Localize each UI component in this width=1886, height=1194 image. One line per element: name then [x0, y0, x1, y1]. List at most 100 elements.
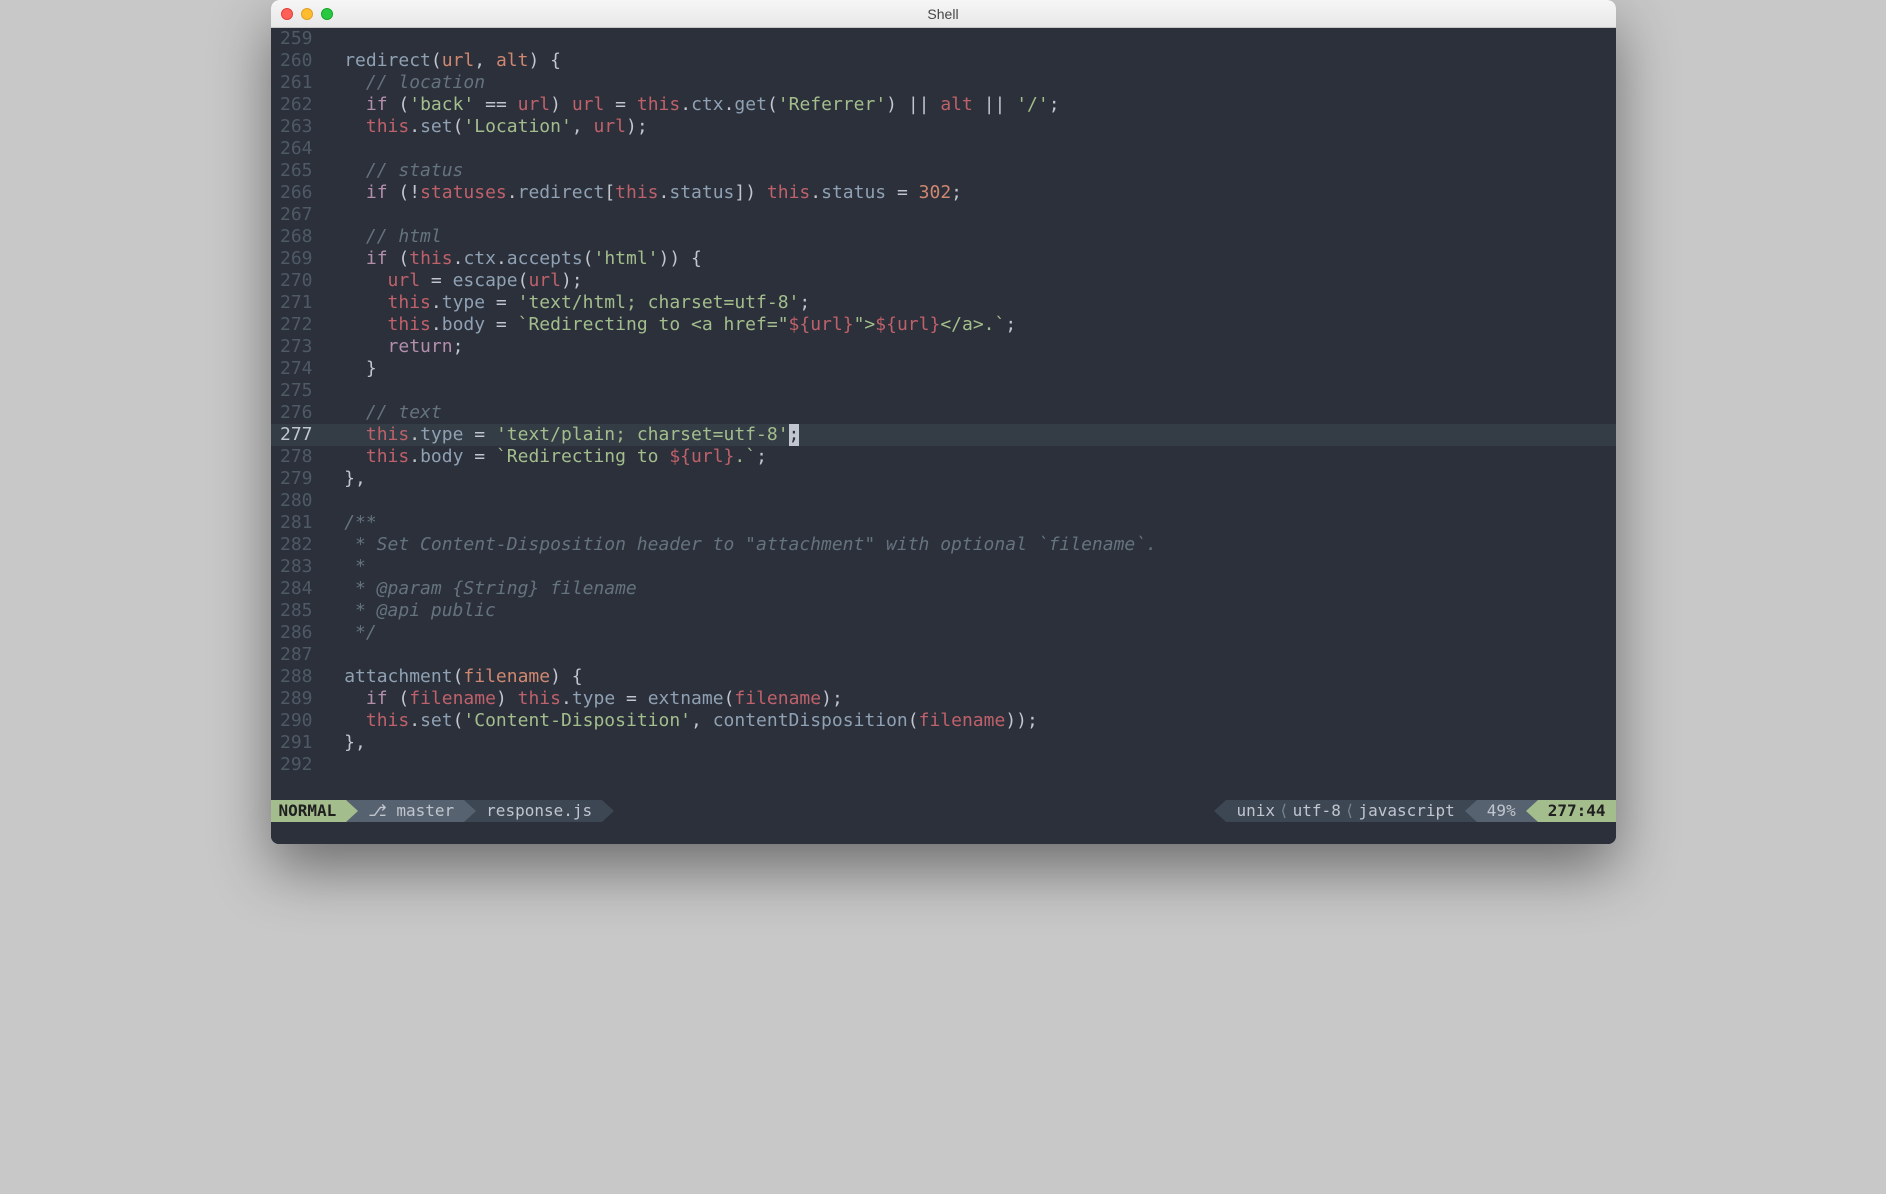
code-line[interactable]: 269 if (this.ctx.accepts('html')) { [271, 248, 1616, 270]
token: status [821, 182, 886, 203]
line-content[interactable]: this.type = 'text/html; charset=utf-8'; [323, 292, 1616, 314]
line-content[interactable]: this.body = `Redirecting to <a href="${u… [323, 314, 1616, 336]
line-content[interactable]: url = escape(url); [323, 270, 1616, 292]
line-content[interactable] [323, 380, 1616, 402]
line-content[interactable]: this.body = `Redirecting to ${url}.`; [323, 446, 1616, 468]
line-content[interactable]: } [323, 358, 1616, 380]
code-line[interactable]: 272 this.body = `Redirecting to <a href=… [271, 314, 1616, 336]
token: filename [919, 710, 1006, 731]
code-line[interactable]: 262 if ('back' == url) url = this.ctx.ge… [271, 94, 1616, 116]
line-content[interactable]: /** [323, 512, 1616, 534]
token [323, 72, 366, 93]
code-line[interactable]: 264 [271, 138, 1616, 160]
code-line[interactable]: 283 * [271, 556, 1616, 578]
code-line[interactable]: 274 } [271, 358, 1616, 380]
token: ctx [463, 248, 496, 269]
code-line[interactable]: 281 /** [271, 512, 1616, 534]
code-line[interactable]: 276 // text [271, 402, 1616, 424]
line-content[interactable]: redirect(url, alt) { [323, 50, 1616, 72]
code-line[interactable]: 290 this.set('Content-Disposition', cont… [271, 710, 1616, 732]
code-line[interactable]: 271 this.type = 'text/html; charset=utf-… [271, 292, 1616, 314]
minimize-icon[interactable] [301, 8, 313, 20]
code-line[interactable]: 268 // html [271, 226, 1616, 248]
code-line[interactable]: 291 }, [271, 732, 1616, 754]
line-content[interactable]: * @param {String} filename [323, 578, 1616, 600]
command-line-area[interactable] [271, 822, 1616, 844]
code-line[interactable]: 287 [271, 644, 1616, 666]
code-line[interactable]: 285 * @api public [271, 600, 1616, 622]
line-content[interactable]: attachment(filename) { [323, 666, 1616, 688]
code-line[interactable]: 278 this.body = `Redirecting to ${url}.`… [271, 446, 1616, 468]
token: 'text/plain; charset=utf-8' [496, 424, 789, 445]
zoom-icon[interactable] [321, 8, 333, 20]
code-line[interactable]: 263 this.set('Location', url); [271, 116, 1616, 138]
token: `Redirecting to [496, 446, 669, 467]
line-number: 267 [271, 204, 323, 226]
line-content[interactable]: this.set('Content-Disposition', contentD… [323, 710, 1616, 732]
editor-viewport[interactable]: 259260 redirect(url, alt) {261 // locati… [271, 28, 1616, 800]
token [323, 666, 345, 687]
close-icon[interactable] [281, 8, 293, 20]
line-content[interactable] [323, 754, 1616, 776]
line-content[interactable]: * @api public [323, 600, 1616, 622]
code-line[interactable]: 282 * Set Content-Disposition header to … [271, 534, 1616, 556]
token: ) || [886, 94, 940, 115]
token: url [691, 446, 724, 467]
line-content[interactable]: }, [323, 732, 1616, 754]
cursor: ; [789, 424, 800, 446]
line-content[interactable]: if (this.ctx.accepts('html')) { [323, 248, 1616, 270]
code-line[interactable]: 284 * @param {String} filename [271, 578, 1616, 600]
line-content[interactable]: // location [323, 72, 1616, 94]
token: . [810, 182, 821, 203]
line-content[interactable]: if (!statuses.redirect[this.status]) thi… [323, 182, 1616, 204]
token [323, 182, 366, 203]
token: ) [496, 688, 518, 709]
code-line[interactable]: 275 [271, 380, 1616, 402]
line-content[interactable]: * Set Content-Disposition header to "att… [323, 534, 1616, 556]
line-content[interactable]: // text [323, 402, 1616, 424]
code-line[interactable]: 267 [271, 204, 1616, 226]
line-content[interactable]: }, [323, 468, 1616, 490]
token: 'text/html; charset=utf-8' [518, 292, 800, 313]
code-line[interactable]: 289 if (filename) this.type = extname(fi… [271, 688, 1616, 710]
code-line[interactable]: 261 // location [271, 72, 1616, 94]
line-content[interactable] [323, 138, 1616, 160]
token: 'html' [594, 248, 659, 269]
code-line[interactable]: 288 attachment(filename) { [271, 666, 1616, 688]
line-content[interactable]: * [323, 556, 1616, 578]
soft-separator-icon: ⟨ [1341, 800, 1359, 822]
line-content[interactable]: this.set('Location', url); [323, 116, 1616, 138]
line-number: 281 [271, 512, 323, 534]
code-line[interactable]: 292 [271, 754, 1616, 776]
code-line[interactable]: 259 [271, 28, 1616, 50]
token: url [528, 270, 561, 291]
line-content[interactable] [323, 204, 1616, 226]
line-content[interactable]: if ('back' == url) url = this.ctx.get('R… [323, 94, 1616, 116]
code-line[interactable]: 270 url = escape(url); [271, 270, 1616, 292]
code-line[interactable]: 286 */ [271, 622, 1616, 644]
titlebar[interactable]: Shell [271, 0, 1616, 28]
line-content[interactable]: return; [323, 336, 1616, 358]
token [323, 270, 388, 291]
line-content[interactable] [323, 490, 1616, 512]
code-line[interactable]: 277 this.type = 'text/plain; charset=utf… [271, 424, 1616, 446]
line-number: 291 [271, 732, 323, 754]
token: ) { [550, 666, 583, 687]
code-line[interactable]: 266 if (!statuses.redirect[this.status])… [271, 182, 1616, 204]
code-line[interactable]: 260 redirect(url, alt) { [271, 50, 1616, 72]
token: type [442, 292, 485, 313]
line-content[interactable]: */ [323, 622, 1616, 644]
line-content[interactable]: // status [323, 160, 1616, 182]
token: . [496, 248, 507, 269]
code-line[interactable]: 265 // status [271, 160, 1616, 182]
code-line[interactable]: 279 }, [271, 468, 1616, 490]
token: filename [463, 666, 550, 687]
line-content[interactable]: this.type = 'text/plain; charset=utf-8'; [323, 424, 1616, 446]
line-content[interactable]: // html [323, 226, 1616, 248]
line-content[interactable]: if (filename) this.type = extname(filena… [323, 688, 1616, 710]
line-content[interactable] [323, 644, 1616, 666]
code-line[interactable]: 280 [271, 490, 1616, 512]
line-content[interactable] [323, 28, 1616, 50]
code-line[interactable]: 273 return; [271, 336, 1616, 358]
code-lines[interactable]: 259260 redirect(url, alt) {261 // locati… [271, 28, 1616, 776]
